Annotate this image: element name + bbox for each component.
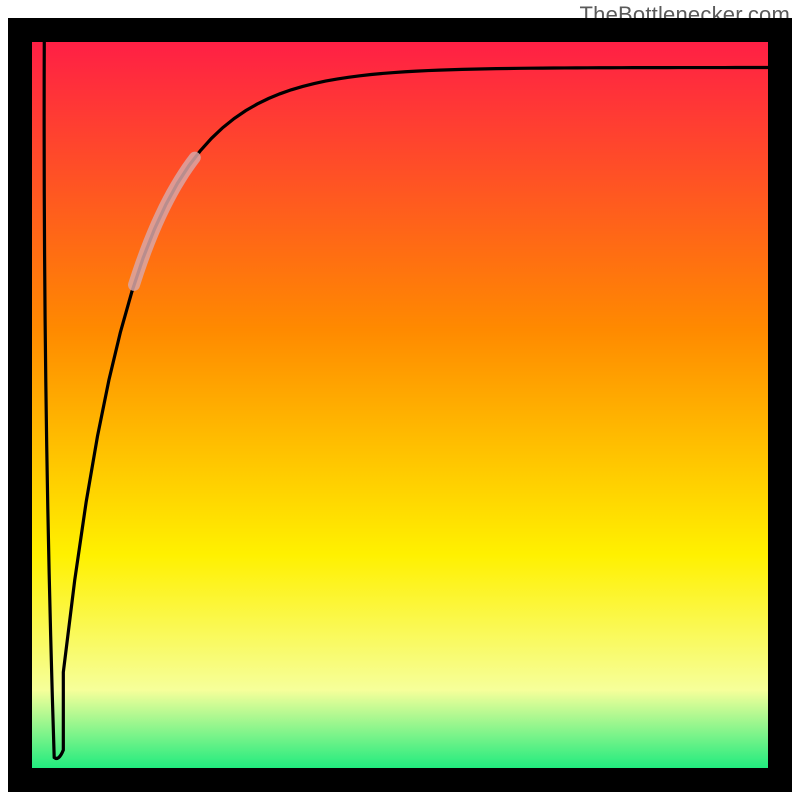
chart-container: TheBottlenecker.com	[0, 0, 800, 800]
plot-area	[20, 30, 780, 780]
chart-svg	[0, 0, 800, 800]
